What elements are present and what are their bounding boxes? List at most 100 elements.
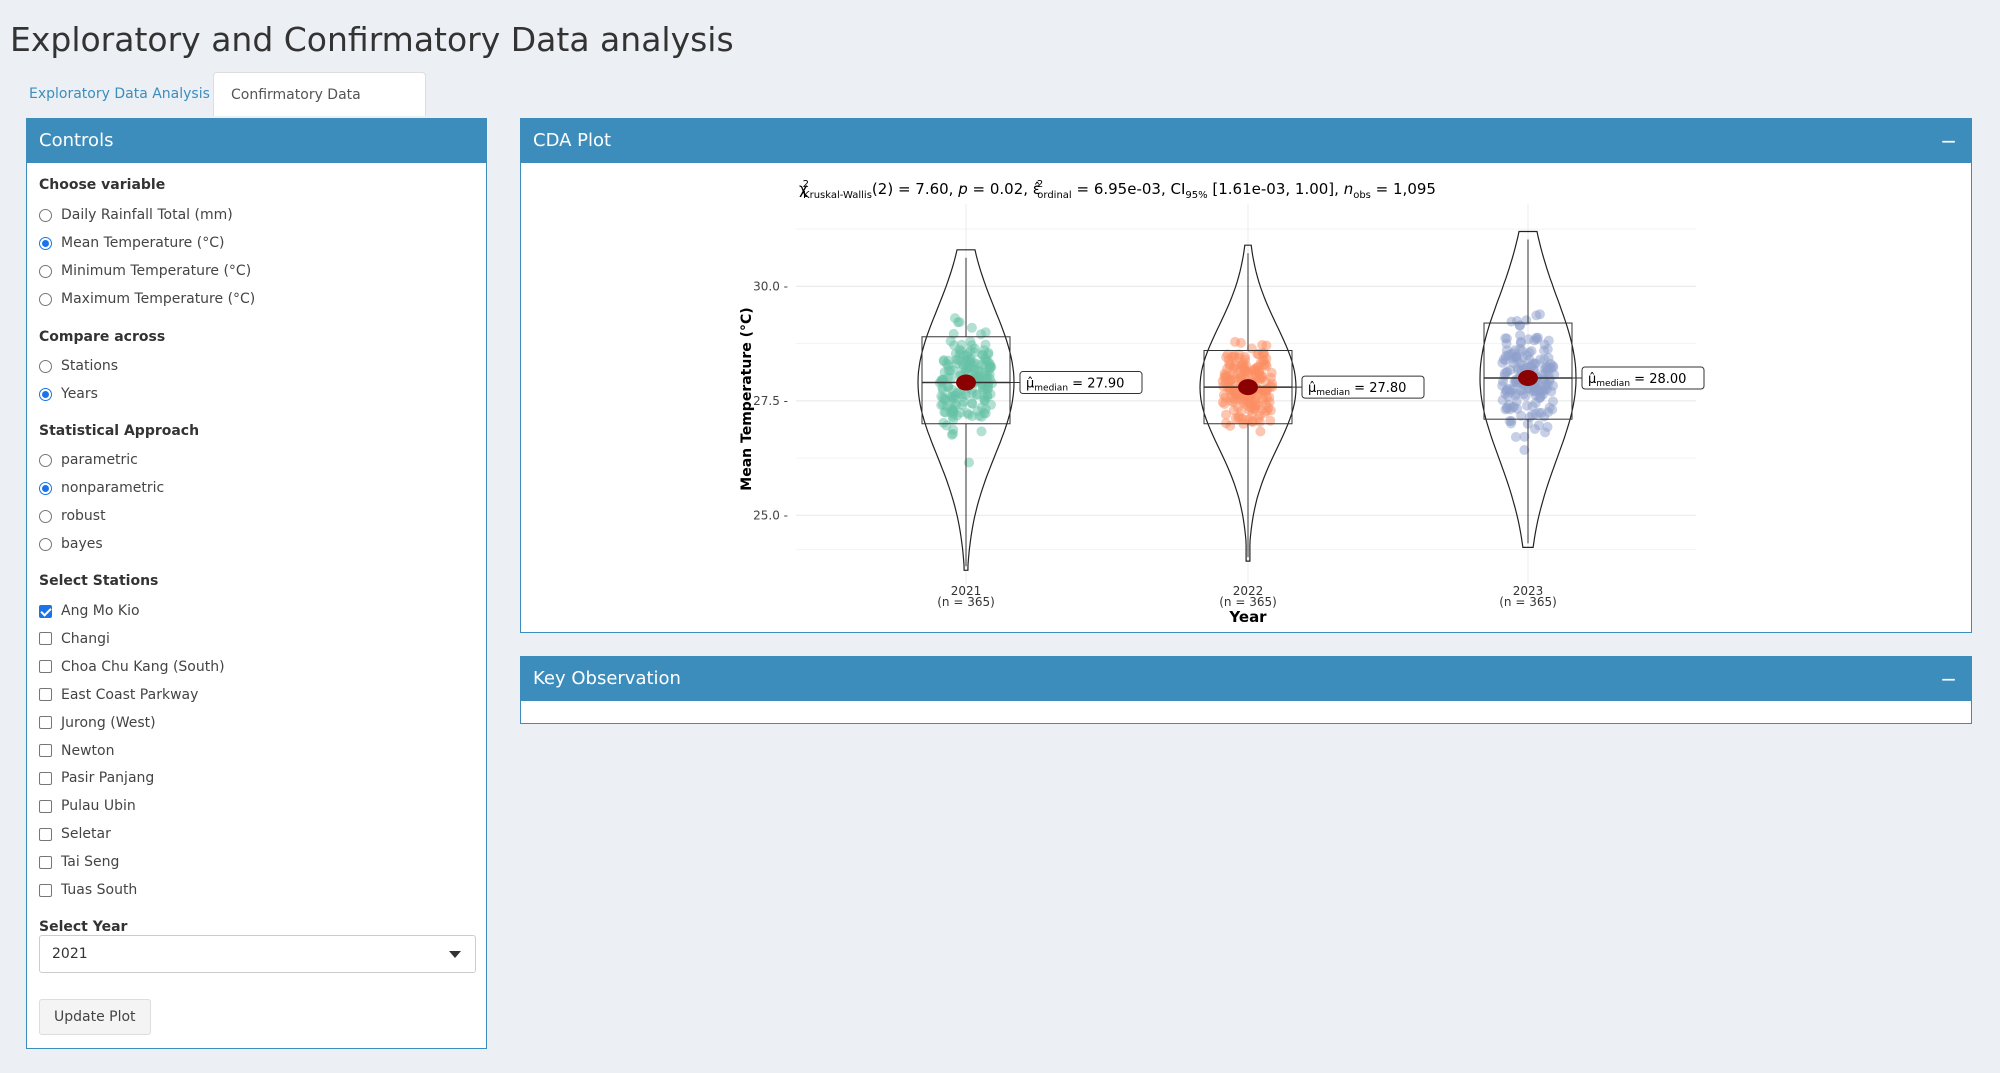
data-point xyxy=(1497,395,1508,405)
option-label: Tai Seng xyxy=(61,854,120,871)
checkbox[interactable] xyxy=(39,771,52,785)
choose-variable-label: Choose variable xyxy=(39,177,166,193)
data-point xyxy=(1224,359,1235,370)
checkbox[interactable] xyxy=(39,883,52,897)
checkbox[interactable] xyxy=(39,632,52,646)
update-plot-button[interactable]: Update Plot xyxy=(39,999,151,1035)
option-label: nonparametric xyxy=(61,480,165,496)
checkbox[interactable] xyxy=(39,827,52,841)
data-point xyxy=(1266,373,1276,383)
option-label: Stations xyxy=(61,358,119,374)
compare-option[interactable]: Years xyxy=(39,384,98,404)
option-label: Ang Mo Kio xyxy=(61,603,140,619)
station-option[interactable]: Newton xyxy=(39,741,114,761)
option-label: Pulau Ubin xyxy=(61,798,136,815)
data-point xyxy=(982,384,993,395)
radio-button[interactable] xyxy=(39,537,52,551)
station-option[interactable]: Changi xyxy=(39,629,110,649)
radio-button[interactable] xyxy=(39,481,52,495)
x-tick-n-label: (n = 365) xyxy=(1499,595,1557,609)
checkbox[interactable] xyxy=(39,799,52,813)
select-year-label: Select Year xyxy=(39,919,128,935)
approach-option[interactable]: robust xyxy=(39,506,106,526)
data-point xyxy=(1542,421,1553,432)
station-option[interactable]: Choa Chu Kang (South) xyxy=(39,657,225,677)
approach-label: Statistical Approach xyxy=(39,423,200,439)
option-label: Mean Temperature (°C) xyxy=(61,235,225,251)
radio-button[interactable] xyxy=(39,236,52,250)
controls-panel: Controls Choose variable Daily Rainfall T… xyxy=(26,118,487,1049)
x-axis-label: Year xyxy=(1228,608,1267,626)
data-point xyxy=(1255,426,1266,437)
data-point xyxy=(1510,432,1521,442)
checkbox[interactable] xyxy=(39,855,52,869)
option-label: Seletar xyxy=(61,826,111,843)
tab-bar: Exploratory Data Analysis Confirmatory D… xyxy=(12,72,2000,147)
chart-subtitle: χ2 Kruskal-Wallis(2) = 7.60, p = 0.02, ε̂… xyxy=(799,179,1436,201)
key-observation-header: Key Observation − xyxy=(521,657,1971,701)
station-option[interactable]: Tai Seng xyxy=(39,852,119,872)
data-point xyxy=(949,393,959,404)
approach-option[interactable]: nonparametric xyxy=(39,478,164,498)
checkbox[interactable] xyxy=(39,660,52,674)
cda-chart: 25.0 -27.5 -30.0 -Mean Temperature (°C) μ… xyxy=(739,179,1705,626)
station-option[interactable]: Tuas South xyxy=(39,880,137,900)
median-point xyxy=(1518,369,1538,386)
checkbox[interactable] xyxy=(39,744,52,757)
collapse-icon[interactable]: − xyxy=(1940,119,1957,163)
station-option[interactable]: Jurong (West) xyxy=(39,713,156,733)
x-tick-n-label: (n = 365) xyxy=(1219,595,1277,609)
data-point xyxy=(1529,335,1540,346)
data-point xyxy=(971,390,982,401)
data-point xyxy=(945,336,956,347)
cda-plot-panel: CDA Plot − 25.0 - 27.5 - 30.0 - Mean Temper… xyxy=(520,118,1972,633)
y-axis-label: Mean Temperature (°C) xyxy=(739,307,755,490)
cda-plot-header: CDA Plot − xyxy=(521,119,1971,163)
checkbox[interactable] xyxy=(39,604,52,618)
collapse-icon[interactable]: − xyxy=(1940,657,1957,701)
data-point xyxy=(976,426,987,437)
station-option[interactable]: Pulau Ubin xyxy=(39,796,136,816)
station-option[interactable]: Seletar xyxy=(39,824,111,844)
data-point xyxy=(984,361,995,372)
station-option[interactable]: Pasir Panjang xyxy=(39,768,154,788)
data-point xyxy=(1221,409,1231,420)
option-label: Minimum Temperature (°C) xyxy=(61,263,252,279)
radio-button[interactable] xyxy=(39,387,52,401)
radio-button[interactable] xyxy=(39,264,52,278)
data-point xyxy=(1544,373,1555,384)
radio-button[interactable] xyxy=(39,359,52,373)
station-option[interactable]: Ang Mo Kio xyxy=(39,601,140,621)
tab-exploratory[interactable]: Exploratory Data Analysis xyxy=(12,72,227,116)
checkbox[interactable] xyxy=(39,716,52,730)
station-option[interactable]: East Coast Parkway xyxy=(39,685,198,705)
radio-button[interactable] xyxy=(39,509,52,523)
data-point xyxy=(1522,400,1532,411)
radio-button[interactable] xyxy=(39,208,52,222)
data-point xyxy=(1529,424,1540,434)
data-point xyxy=(976,329,987,340)
year-select[interactable]: 2021 xyxy=(39,935,476,973)
variable-option[interactable]: Mean Temperature (°C) xyxy=(39,233,224,253)
radio-button[interactable] xyxy=(39,453,52,467)
data-point xyxy=(1504,416,1515,427)
data-point xyxy=(1250,363,1260,374)
option-label: Maximum Temperature (°C) xyxy=(61,291,256,307)
year-select-value: 2021 xyxy=(52,946,88,962)
data-point xyxy=(965,356,976,367)
approach-option[interactable]: parametric xyxy=(39,450,138,470)
option-label: Tuas South xyxy=(61,882,138,898)
option-label: East Coast Parkway xyxy=(61,686,199,703)
approach-option[interactable]: bayes xyxy=(39,534,103,554)
compare-option[interactable]: Stations xyxy=(39,356,118,376)
data-point xyxy=(977,350,988,361)
variable-option[interactable]: Minimum Temperature (°C) xyxy=(39,261,251,281)
variable-option[interactable]: Maximum Temperature (°C) xyxy=(39,289,255,309)
checkbox[interactable] xyxy=(39,688,52,702)
tab-confirmatory[interactable]: Confirmatory Data analysis xyxy=(213,72,426,147)
data-point xyxy=(1543,335,1554,346)
data-point xyxy=(1237,360,1248,371)
radio-button[interactable] xyxy=(39,292,52,306)
option-label: Choa Chu Kang (South) xyxy=(61,658,225,675)
variable-option[interactable]: Daily Rainfall Total (mm) xyxy=(39,205,233,225)
